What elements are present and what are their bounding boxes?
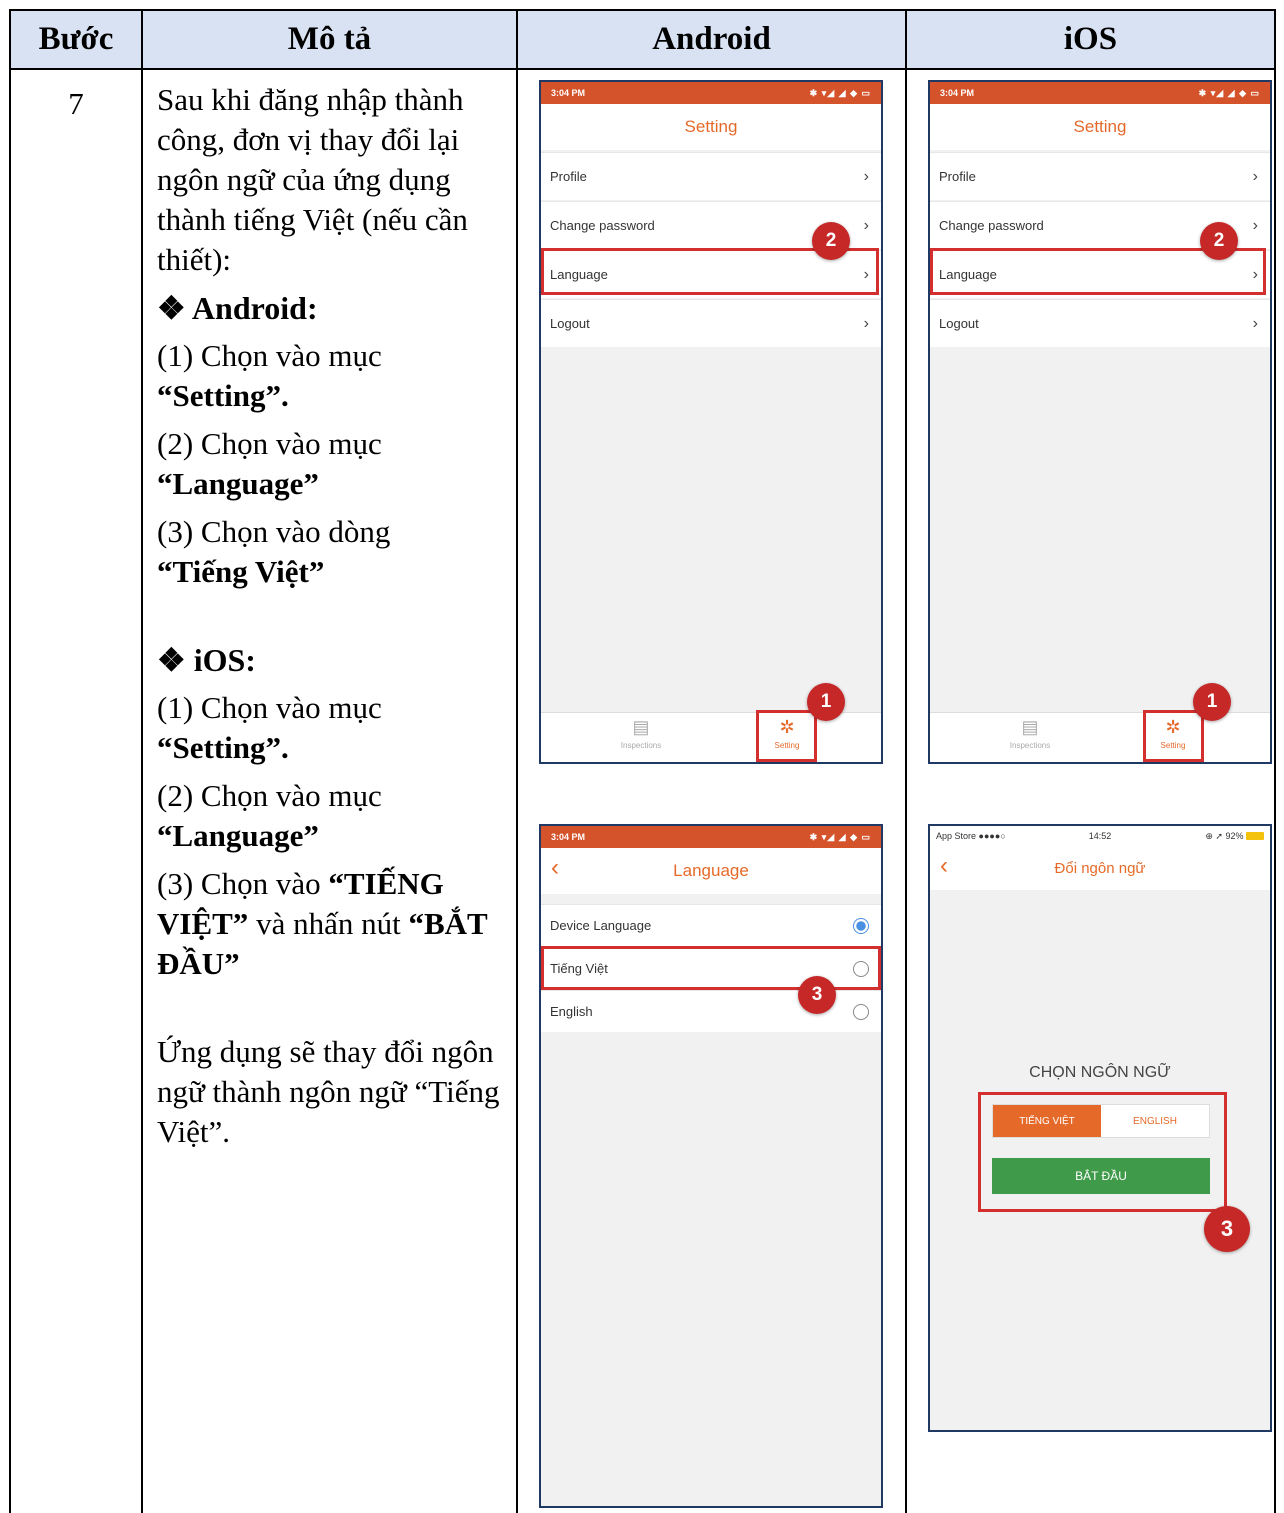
chevron-right-icon: › <box>1252 314 1258 332</box>
step-number: 7 <box>68 86 84 121</box>
item-label: Profile <box>939 169 976 184</box>
tab-inspections[interactable]: ▤ Inspections <box>990 717 1070 750</box>
step-badge-2: 2 <box>1200 222 1238 260</box>
status-icons: ✱ ▾◢ ◢ ◆ ▭ <box>809 87 871 98</box>
chevron-left-icon[interactable]: ‹ <box>940 854 948 878</box>
navigation-bar: ‹ Đổi ngôn ngữ <box>930 846 1270 890</box>
settings-item-logout[interactable]: Logout › <box>930 299 1270 347</box>
language-choice-highlight <box>978 1092 1227 1212</box>
status-time: 14:52 <box>1088 831 1112 841</box>
step-badge-3: 3 <box>1204 1206 1250 1252</box>
choose-language-label: CHỌN NGÔN NGỮ <box>1029 1064 1171 1081</box>
clipboard-icon: ▤ <box>1021 717 1039 737</box>
header-android: Android <box>652 21 771 57</box>
status-bar: App Store ●●●●○ 14:52 ⊕ ➚ 92% <box>930 826 1270 846</box>
chevron-right-icon: › <box>863 167 869 185</box>
page-title: Setting <box>541 104 881 150</box>
step-badge-3: 3 <box>798 976 836 1014</box>
page-title: Language <box>673 861 749 880</box>
ios-step-2-target: “Language” <box>157 818 319 853</box>
intro-text: Sau khi đăng nhập thành công, đơn vị tha… <box>157 82 468 277</box>
android-step-2: (2) Chọn vào mục <box>157 426 382 461</box>
chevron-right-icon: › <box>863 314 869 332</box>
android-step-3-target: “Tiếng Việt” <box>157 554 325 589</box>
page-title: Đổi ngôn ngữ <box>1054 859 1146 877</box>
tab-inspections[interactable]: ▤ Inspections <box>601 717 681 750</box>
ios-settings-screenshot: 3:04 PM ✱ ▾◢ ◢ ◆ ▭ Setting Profile › Chang… <box>928 80 1272 764</box>
android-language-screenshot: 3:04 PM ✱ ▾◢ ◢ ◆ ▭ ‹ Language Device Lang… <box>539 824 883 1508</box>
navigation-bar: ‹ Language <box>541 848 881 894</box>
android-step-1-target: “Setting”. <box>157 378 289 413</box>
header-description: Mô tả <box>287 21 372 57</box>
option-label: Device Language <box>550 918 652 933</box>
status-bar: 3:04 PM ✱ ▾◢ ◢ ◆ ▭ <box>541 82 881 104</box>
table-border-left <box>9 9 11 1513</box>
step-badge-1: 1 <box>1193 683 1231 721</box>
chevron-right-icon: › <box>863 216 869 234</box>
status-bar: 3:04 PM ✱ ▾◢ ◢ ◆ ▭ <box>541 826 881 848</box>
step-badge-2: 2 <box>812 222 850 260</box>
chevron-right-icon: › <box>1252 216 1258 234</box>
item-label: Profile <box>550 169 587 184</box>
status-bar: 3:04 PM ✱ ▾◢ ◢ ◆ ▭ <box>930 82 1270 104</box>
ios-step-1-target: “Setting”. <box>157 730 289 765</box>
item-label: Logout <box>939 316 979 331</box>
clipboard-icon: ▤ <box>632 717 650 737</box>
item-label: Change password <box>550 218 655 233</box>
android-step-1: (1) Chọn vào mục <box>157 338 382 373</box>
tab-label: Inspections <box>1009 741 1051 750</box>
ios-heading: ❖ iOS: <box>157 642 256 678</box>
header-step: Bước <box>38 21 114 57</box>
status-icons: ✱ ▾◢ ◢ ◆ ▭ <box>809 831 871 842</box>
radio-icon[interactable] <box>853 1003 869 1020</box>
chevron-left-icon[interactable]: ‹ <box>551 856 559 880</box>
android-step-2-target: “Language” <box>157 466 319 501</box>
ios-step-2: (2) Chọn vào mục <box>157 778 382 813</box>
setting-tab-highlight <box>756 710 817 762</box>
setting-tab-highlight <box>1143 710 1204 762</box>
step-description: Sau khi đăng nhập thành công, đơn vị tha… <box>157 80 507 1152</box>
status-time: 3:04 PM <box>940 88 975 98</box>
option-label: English <box>550 1004 593 1019</box>
ios-language-screenshot: App Store ●●●●○ 14:52 ⊕ ➚ 92% ‹ Đổi ngôn… <box>928 824 1272 1432</box>
table-divider-2 <box>516 9 518 1513</box>
item-label: Change password <box>939 218 1044 233</box>
settings-item-logout[interactable]: Logout › <box>541 299 881 347</box>
ios-step-3-pre: (3) Chọn vào <box>157 866 329 901</box>
android-heading: ❖ Android: <box>157 290 318 326</box>
tab-label: Inspections <box>620 741 662 750</box>
android-step-3: (3) Chọn vào dòng <box>157 514 391 549</box>
table-divider-1 <box>141 9 143 1513</box>
table-divider-3 <box>905 9 907 1513</box>
chevron-right-icon: › <box>1252 167 1258 185</box>
ios-step-1: (1) Chọn vào mục <box>157 690 382 725</box>
language-option-device[interactable]: Device Language <box>541 904 881 946</box>
status-time: 3:04 PM <box>551 832 586 842</box>
android-settings-screenshot: 3:04 PM ✱ ▾◢ ◢ ◆ ▭ Setting Profile › Chang… <box>539 80 883 764</box>
ios-step-3: (3) Chọn vào “TIẾNG VIỆT” và nhấn nút “B… <box>157 864 507 984</box>
header-ios: iOS <box>1063 21 1118 57</box>
status-time: 3:04 PM <box>551 88 586 98</box>
table-border-right <box>1274 9 1276 1513</box>
status-icons: ✱ ▾◢ ◢ ◆ ▭ <box>1198 87 1260 98</box>
ios-step-3-mid: và nhấn nút <box>248 906 409 941</box>
radio-selected-icon[interactable] <box>853 917 869 934</box>
settings-item-profile[interactable]: Profile › <box>541 152 881 200</box>
settings-item-profile[interactable]: Profile › <box>930 152 1270 200</box>
item-label: Logout <box>550 316 590 331</box>
result-text: Ứng dụng sẽ thay đổi ngôn ngữ thành ngôn… <box>157 1034 500 1149</box>
page-title: Setting <box>930 104 1270 150</box>
step-badge-1: 1 <box>807 683 845 721</box>
